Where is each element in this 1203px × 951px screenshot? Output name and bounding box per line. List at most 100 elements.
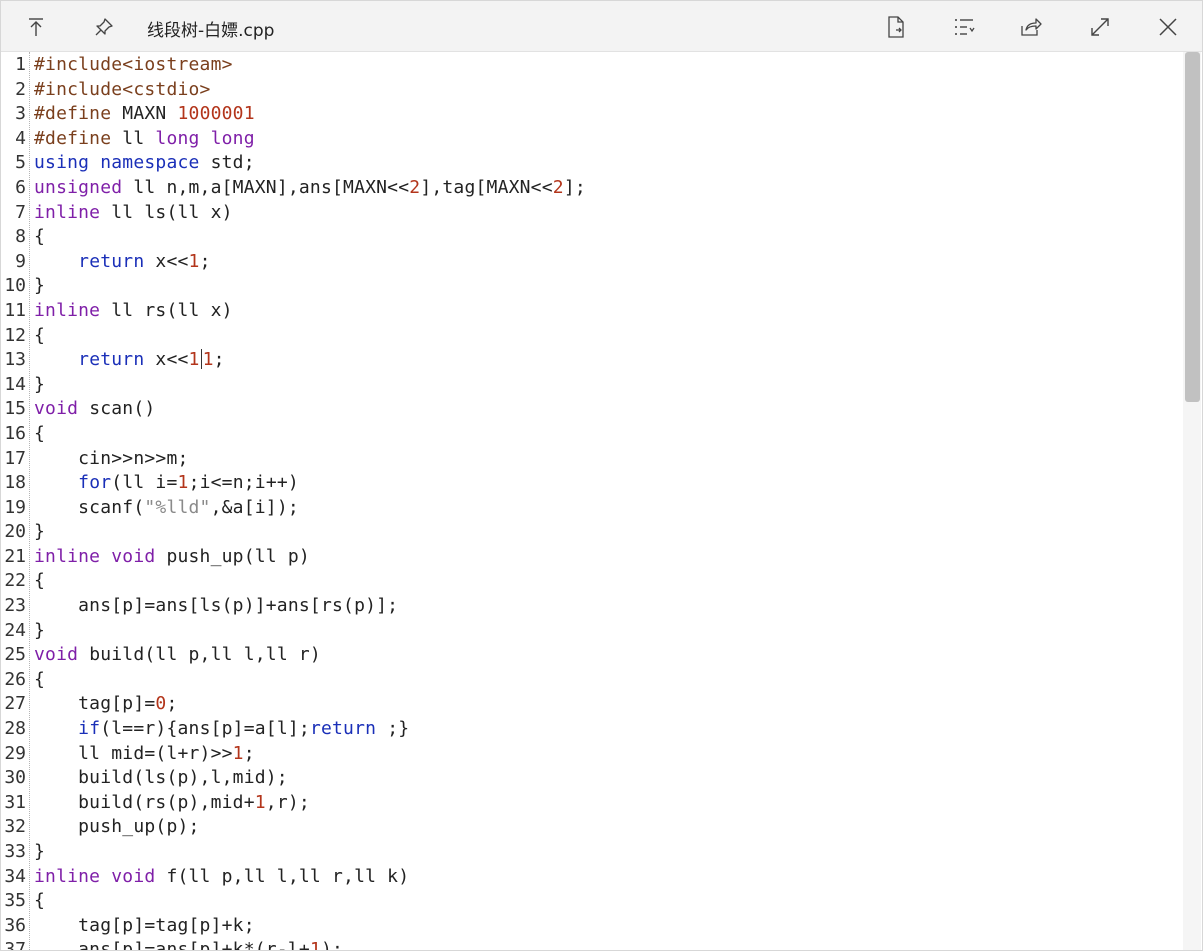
code-line[interactable]: 17 cin>>n>>m;	[1, 447, 1182, 472]
code-token: 1	[254, 791, 266, 813]
code-token: 2	[552, 176, 564, 198]
code-line[interactable]: 8{	[1, 225, 1182, 250]
code-line[interactable]: 12 {	[1, 324, 1182, 349]
code-token: }	[34, 521, 46, 543]
code-token: #include<cstdio>	[34, 78, 211, 100]
code-token: return	[309, 718, 377, 740]
code-text: if(l==r){ans[p]=a[l];return ;}	[34, 717, 409, 742]
code-line[interactable]: 33}	[1, 840, 1182, 865]
code-line[interactable]: 32 push_up(p);	[1, 815, 1182, 840]
code-line[interactable]: 35 {	[1, 889, 1182, 914]
code-text: scanf("%lld",&a[i]);	[34, 496, 299, 521]
line-number: 21	[4, 545, 26, 567]
vertical-scrollbar[interactable]	[1183, 52, 1201, 950]
line-number: 35	[4, 890, 26, 912]
code-line[interactable]: 28 if(l==r){ans[p]=a[l];return ;}	[1, 717, 1182, 742]
code-line[interactable]: 9 return x<<1;	[1, 250, 1182, 275]
code-line[interactable]: 16 {	[1, 422, 1182, 447]
code-text: unsigned ll n,m,a[MAXN],ans[MAXN<<2],tag…	[34, 176, 586, 201]
code-token: {	[34, 324, 46, 346]
code-token: ll ls(ll x)	[100, 201, 233, 223]
scrollbar-thumb[interactable]	[1185, 52, 1200, 402]
code-text: {	[34, 324, 45, 349]
code-line[interactable]: 4 #define ll long long	[1, 127, 1182, 152]
line-number: 4	[15, 127, 26, 149]
code-token: scanf(	[34, 496, 145, 518]
code-line[interactable]: 31 build(rs(p),mid+1,r);	[1, 791, 1182, 816]
code-text: }	[34, 520, 45, 545]
code-token: 1000001	[177, 103, 255, 125]
line-number: 17	[4, 447, 26, 469]
code-token: ;	[213, 349, 225, 371]
go-top-icon[interactable]	[21, 12, 51, 42]
file-export-icon[interactable]	[881, 12, 911, 42]
code-line[interactable]: 21 inline void push_up(ll p)	[1, 545, 1182, 570]
code-line[interactable]: 18 for(ll i=1;i<=n;i++)	[1, 471, 1182, 496]
code-line[interactable]: 19 scanf("%lld",&a[i]);	[1, 496, 1182, 521]
code-line[interactable]: 29 ll mid=(l+r)>>1;	[1, 742, 1182, 767]
code-line[interactable]: 30 build(ls(p),l,mid);	[1, 766, 1182, 791]
code-line[interactable]: 24}	[1, 619, 1182, 644]
code-text: cin>>n>>m;	[34, 447, 189, 472]
code-line[interactable]: 23 ans[p]=ans[ls(p)]+ans[rs(p)];	[1, 594, 1182, 619]
code-line[interactable]: 14}	[1, 373, 1182, 398]
pin-icon[interactable]	[89, 12, 119, 42]
code-line[interactable]: 36 tag[p]=tag[p]+k;	[1, 914, 1182, 939]
code-token: x<<	[144, 349, 189, 371]
code-line[interactable]: 1 #include<iostream>	[1, 53, 1182, 78]
line-number: 19	[4, 496, 26, 518]
code-line[interactable]: 37 ans[p]=ans[p]+k*(r-l+1);	[1, 938, 1182, 950]
code-line[interactable]: 26 {	[1, 668, 1182, 693]
code-token: {	[34, 890, 46, 912]
code-line[interactable]: 20}	[1, 520, 1182, 545]
code-area[interactable]: 1 #include<iostream> 2 #include<cstdio> 3 #de…	[1, 53, 1182, 950]
code-line[interactable]: 25 void build(ll p,ll l,ll r)	[1, 643, 1182, 668]
code-line[interactable]: 13 return x<<1 1;	[1, 348, 1182, 373]
code-token: using namespace	[34, 152, 200, 174]
line-number: 24	[4, 619, 26, 641]
code-text: }	[34, 619, 45, 644]
line-number: 18	[4, 472, 26, 494]
code-text: push_up(p);	[34, 815, 200, 840]
code-line[interactable]: 10}	[1, 274, 1182, 299]
code-line[interactable]: 5 using namespace std;	[1, 151, 1182, 176]
code-line[interactable]: 7 inline ll ls(ll x)	[1, 201, 1182, 226]
outline-list-icon[interactable]	[949, 12, 979, 42]
code-line[interactable]: 22 {	[1, 569, 1182, 594]
code-text: {	[34, 225, 45, 250]
code-line[interactable]: 2 #include<cstdio>	[1, 78, 1182, 103]
line-number: 14	[4, 373, 26, 395]
code-line[interactable]: 3 #define MAXN 1000001	[1, 102, 1182, 127]
share-icon[interactable]	[1016, 12, 1046, 42]
code-viewer-window: 线段树-白嫖.cpp 1 #include<iostream> 2 #include<…	[0, 0, 1203, 951]
code-text: tag[p]=0;	[34, 692, 178, 717]
code-token: (l==r){ans[p]=a[l];	[100, 718, 310, 740]
code-text: using namespace std;	[34, 151, 255, 176]
code-token: }	[34, 619, 46, 641]
code-text: void scan()	[34, 397, 155, 422]
code-token: ll rs(ll x)	[100, 299, 233, 321]
line-number: 3	[15, 103, 26, 125]
close-icon[interactable]	[1153, 12, 1183, 42]
expand-icon[interactable]	[1085, 12, 1115, 42]
code-editor[interactable]: 1 #include<iostream> 2 #include<cstdio> 3 #de…	[1, 52, 1182, 950]
line-number: 29	[4, 742, 26, 764]
code-line[interactable]: 34 inline void f(ll p,ll l,ll r,ll k)	[1, 865, 1182, 890]
code-text: #include<iostream>	[34, 53, 233, 78]
code-line[interactable]: 6 unsigned ll n,m,a[MAXN],ans[MAXN<<2],ta…	[1, 176, 1182, 201]
code-text: ans[p]=ans[ls(p)]+ans[rs(p)];	[34, 594, 398, 619]
code-text: {	[34, 668, 45, 693]
code-line[interactable]: 27 tag[p]=0;	[1, 692, 1182, 717]
code-text: #include<cstdio>	[34, 78, 211, 103]
code-token: ;	[199, 250, 211, 272]
code-token: x<<	[144, 250, 189, 272]
code-line[interactable]: 15 void scan()	[1, 397, 1182, 422]
code-text: }	[34, 274, 45, 299]
line-number: 5	[15, 152, 26, 174]
code-token: build(ll p,ll l,ll r)	[78, 644, 321, 666]
line-number: 33	[4, 841, 26, 862]
code-text: inline ll rs(ll x)	[34, 299, 233, 324]
code-text: {	[34, 422, 45, 447]
code-line[interactable]: 11 inline ll rs(ll x)	[1, 299, 1182, 324]
code-token: ans[p]=ans[p]+k*(r-l+	[34, 939, 310, 950]
